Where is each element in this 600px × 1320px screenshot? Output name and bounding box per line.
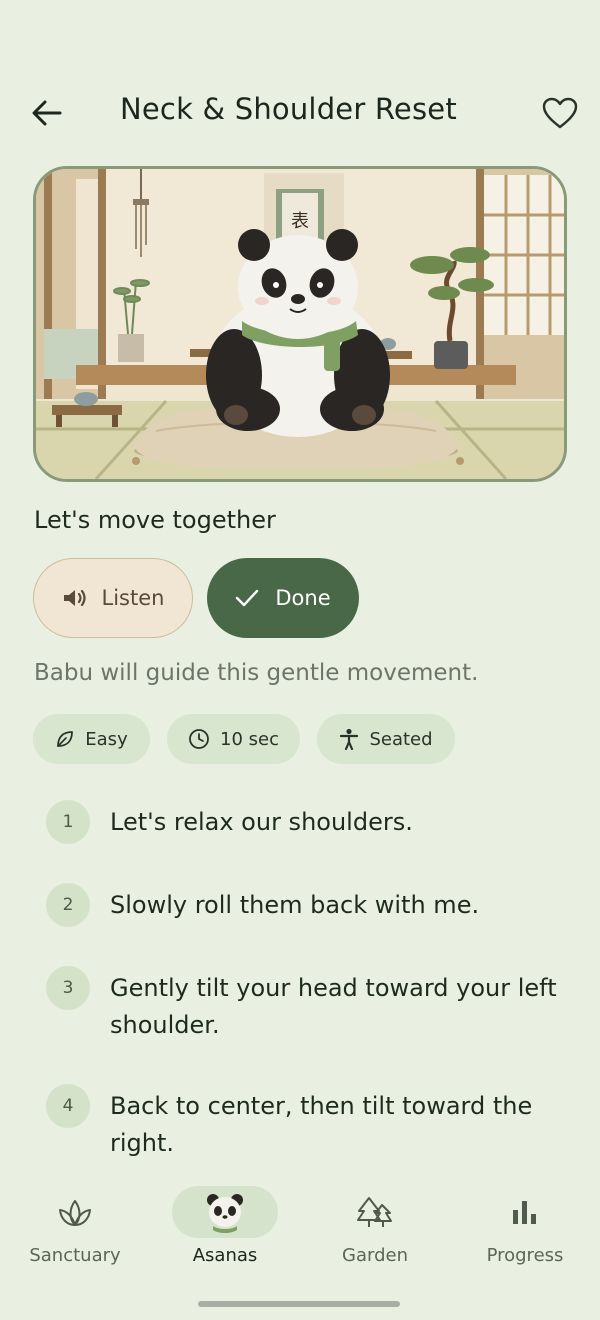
nav-item-sanctuary[interactable]: Sanctuary xyxy=(0,1180,150,1280)
step-text: Slowly roll them back with me. xyxy=(110,891,480,919)
step-number: 3 xyxy=(46,966,90,1010)
home-indicator[interactable] xyxy=(198,1301,400,1307)
listen-label: Listen xyxy=(101,586,165,610)
bottom-navigation: Sanctuary Asanas Garden Progress xyxy=(0,1180,600,1320)
step-text: Back to center, then tilt toward the rig… xyxy=(110,1092,533,1157)
trees-icon xyxy=(322,1186,428,1238)
panda-avatar-icon xyxy=(172,1186,278,1238)
step-text: Let's relax our shoulders. xyxy=(110,808,413,836)
hero-illustration: 表 xyxy=(33,166,567,482)
step-number: 2 xyxy=(46,883,90,927)
section-title: Let's move together xyxy=(34,506,276,534)
person-seated-icon xyxy=(340,728,359,750)
clock-icon xyxy=(189,729,209,749)
done-label: Done xyxy=(275,586,331,610)
done-button[interactable]: Done xyxy=(207,558,359,638)
chip-label: Seated xyxy=(369,728,433,750)
nav-label: Progress xyxy=(486,1245,564,1266)
favorite-button[interactable] xyxy=(540,94,580,132)
speaker-icon xyxy=(63,589,86,607)
lotus-icon xyxy=(22,1186,128,1238)
nav-label: Garden xyxy=(342,1245,408,1266)
chip-label: Easy xyxy=(85,728,128,750)
nav-label: Asanas xyxy=(192,1245,258,1266)
svg-text:表: 表 xyxy=(291,211,309,232)
step-text: Gently tilt your head toward your left s… xyxy=(110,974,557,1039)
top-app-bar: Neck & Shoulder Reset xyxy=(0,82,600,142)
page-title: Neck & Shoulder Reset xyxy=(120,92,457,126)
nav-item-asanas[interactable]: Asanas xyxy=(150,1180,300,1280)
bar-chart-icon xyxy=(472,1186,578,1238)
step-number: 1 xyxy=(46,800,90,844)
guide-subtitle: Babu will guide this gentle movement. xyxy=(34,660,479,686)
leaf-icon xyxy=(57,731,74,747)
position-chip: Seated xyxy=(317,714,455,764)
heart-outline-icon xyxy=(542,97,578,129)
nav-item-garden[interactable]: Garden xyxy=(300,1180,450,1280)
check-icon xyxy=(236,589,259,607)
chip-label: 10 sec xyxy=(220,728,279,750)
back-button[interactable] xyxy=(28,96,66,130)
arrow-left-icon xyxy=(32,100,62,126)
nav-label: Sanctuary xyxy=(29,1245,121,1266)
nav-item-progress[interactable]: Progress xyxy=(450,1180,600,1280)
duration-chip: 10 sec xyxy=(167,714,300,764)
listen-button[interactable]: Listen xyxy=(33,558,193,638)
step-number: 4 xyxy=(46,1084,90,1128)
difficulty-chip: Easy xyxy=(33,714,150,764)
